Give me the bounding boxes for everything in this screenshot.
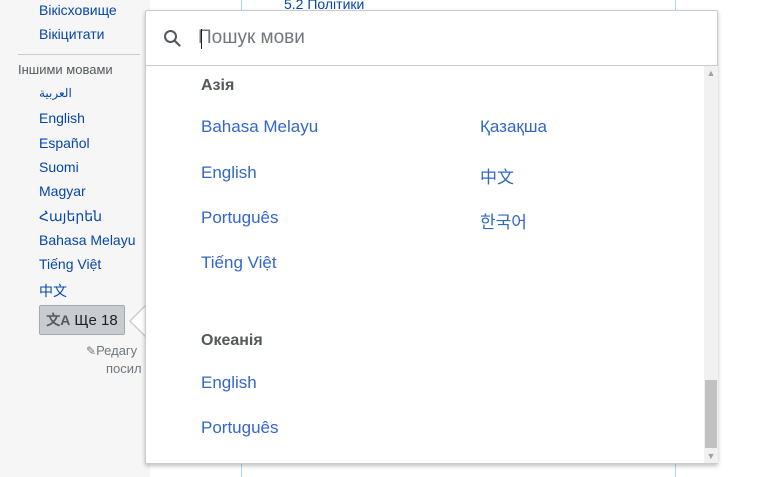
region-title-oceania: Океанія: [201, 332, 263, 349]
text-caret: [201, 29, 202, 49]
popup-pointer-inner: [131, 306, 146, 336]
scroll-down-arrow-icon[interactable]: ▼: [704, 449, 718, 463]
lang-option-english[interactable]: English: [201, 163, 257, 183]
sidebar-link-commons[interactable]: Вікісховище: [39, 2, 117, 18]
scroll-up-arrow-icon[interactable]: ▲: [704, 66, 718, 80]
sidebar-lang-chinese[interactable]: 中文: [39, 281, 67, 301]
search-icon: [164, 30, 181, 47]
language-results: Азія Bahasa Melayu Қазақша English 中文 Po…: [146, 66, 704, 463]
lang-option-chinese[interactable]: 中文: [480, 163, 514, 188]
results-scrollbar[interactable]: ▲ ▼: [704, 66, 718, 463]
lang-option-kazakh[interactable]: Қазақша: [480, 117, 547, 137]
sidebar-lang-spanish[interactable]: Español: [39, 135, 90, 151]
scrollbar-thumb[interactable]: [705, 380, 717, 448]
sidebar-divider: [18, 54, 140, 55]
language-selector-popup: Азія Bahasa Melayu Қазақша English 中文 Po…: [145, 10, 718, 464]
sidebar-link-wikiquote[interactable]: Вікіцитати: [39, 26, 105, 42]
lang-option-portuguese-oceania[interactable]: Português: [201, 418, 279, 438]
sidebar-lang-armenian[interactable]: Հայերեն: [39, 208, 102, 225]
lang-option-vietnamese[interactable]: Tiếng Việt: [201, 253, 277, 273]
language-search-input[interactable]: [198, 23, 698, 53]
translate-icon: 文A: [46, 312, 71, 328]
lang-option-portuguese[interactable]: Português: [201, 208, 279, 228]
language-search-bar: [146, 11, 717, 66]
sidebar-lang-vietnamese[interactable]: Tiếng Việt: [39, 256, 101, 272]
sidebar-lang-arabic[interactable]: العربية: [39, 86, 72, 100]
edit-links[interactable]: ✎Редагу посил: [86, 342, 142, 377]
lang-option-malay[interactable]: Bahasa Melayu: [201, 117, 318, 137]
lang-option-english-oceania[interactable]: English: [201, 373, 257, 393]
lang-option-korean[interactable]: 한국어: [480, 208, 527, 233]
edit-links-label-1: Редагу: [96, 343, 138, 358]
region-title-asia: Азія: [201, 77, 235, 94]
languages-heading: Іншими мовами: [18, 62, 113, 77]
sidebar-lang-hungarian[interactable]: Magyar: [39, 183, 86, 199]
pencil-icon: ✎: [86, 344, 97, 358]
sidebar-lang-finnish[interactable]: Suomi: [39, 159, 79, 175]
sidebar: Вікісховище Вікіцитати Іншими мовами الع…: [0, 0, 150, 477]
more-languages-button[interactable]: 文A Ще 18: [39, 305, 125, 335]
sidebar-lang-malay[interactable]: Bahasa Melayu: [39, 232, 136, 248]
edit-links-label-2: посил: [106, 361, 142, 376]
more-languages-label: Ще 18: [74, 311, 118, 329]
sidebar-lang-english[interactable]: English: [39, 110, 85, 126]
